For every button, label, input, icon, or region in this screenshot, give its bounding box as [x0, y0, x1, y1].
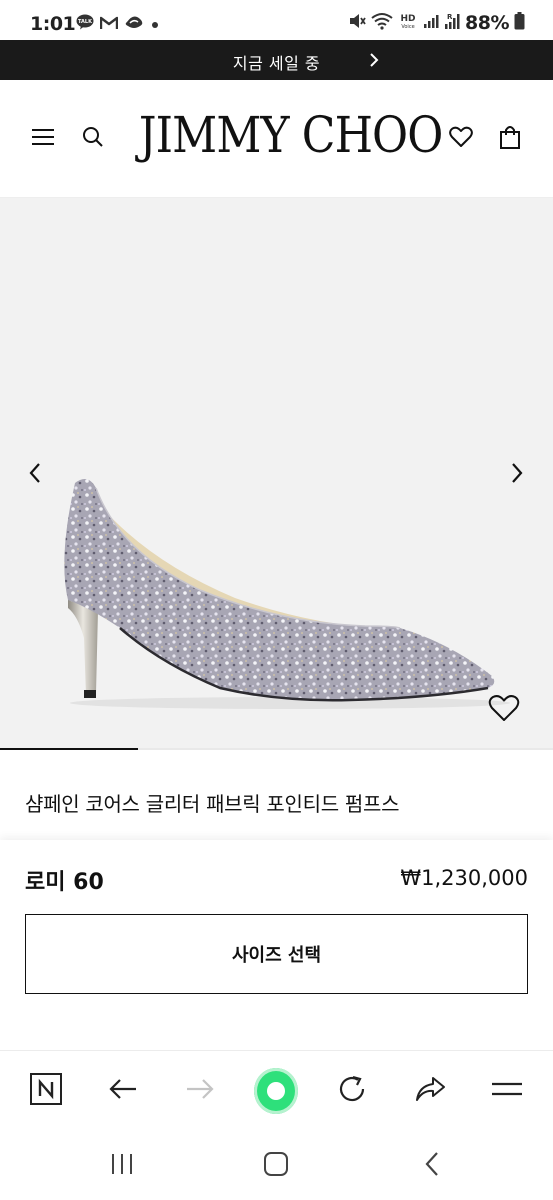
naver-n-icon [30, 1073, 62, 1109]
gallery-progress-bar [0, 748, 553, 750]
share-icon [414, 1075, 446, 1107]
wishlist-button[interactable] [446, 124, 476, 154]
recents-button[interactable] [102, 1148, 142, 1184]
mute-icon [348, 12, 366, 34]
hd-voice-icon: HD Voice [398, 12, 418, 34]
bag-icon [499, 125, 521, 153]
home-icon [263, 1151, 289, 1181]
back-button[interactable] [101, 1069, 145, 1113]
svg-text:R: R [447, 13, 453, 21]
gmail-icon [99, 15, 119, 34]
svg-text:TALK: TALK [78, 19, 93, 25]
select-size-button[interactable]: 사이즈 선택 [25, 914, 528, 994]
site-header: JIMMY CHOO [0, 80, 553, 198]
sale-banner-text: 지금 세일 중 [232, 54, 321, 73]
heart-icon [488, 694, 520, 726]
signal-roaming-icon: R [444, 12, 460, 34]
product-price: ₩1,230,000 [400, 866, 528, 890]
cloud-icon [124, 14, 144, 34]
back-icon [424, 1151, 440, 1181]
product-image-gallery[interactable] [0, 198, 553, 750]
naver-home-button[interactable] [24, 1069, 68, 1113]
battery-icon [514, 12, 525, 34]
gallery-progress-fill [0, 748, 139, 750]
refresh-button[interactable] [330, 1069, 374, 1113]
dot-icon [150, 15, 160, 34]
status-bar: 1:01 TALK HD Voice R 88% [0, 0, 553, 40]
search-button[interactable] [78, 124, 108, 154]
search-icon [82, 126, 104, 152]
chevron-left-icon [28, 462, 42, 488]
signal-icon [423, 13, 439, 33]
browser-toolbar [0, 1050, 553, 1130]
menu-icon [31, 127, 55, 151]
status-system-icons: HD Voice R 88% [348, 12, 525, 34]
battery-percent: 88% [465, 12, 509, 34]
gallery-prev-button[interactable] [20, 460, 50, 490]
menu-button[interactable] [28, 124, 58, 154]
forward-arrow-icon [185, 1077, 215, 1105]
menu-lines-icon [491, 1079, 523, 1103]
bag-button[interactable] [495, 124, 525, 154]
chevron-right-icon [368, 52, 380, 72]
svg-text:HD: HD [401, 14, 416, 24]
talk-icon: TALK [76, 14, 94, 34]
recents-icon [109, 1152, 135, 1180]
green-dot-button[interactable] [254, 1068, 298, 1114]
product-name: 샴페인 코어스 글리터 패브릭 포인티드 펌프스 [25, 792, 400, 816]
refresh-icon [336, 1073, 368, 1109]
home-green-icon [254, 1068, 298, 1114]
share-button[interactable] [408, 1069, 452, 1113]
forward-button[interactable] [178, 1069, 222, 1113]
status-notification-icons: TALK [76, 14, 160, 34]
heart-icon [449, 126, 473, 152]
back-arrow-icon [108, 1077, 138, 1105]
brand-logo[interactable]: JIMMY CHOO [139, 106, 443, 164]
system-back-button[interactable] [412, 1148, 452, 1184]
status-time: 1:01 [30, 13, 76, 35]
chevron-right-icon [510, 462, 524, 488]
add-to-wishlist-button[interactable] [486, 694, 522, 726]
home-button[interactable] [256, 1148, 296, 1184]
browser-menu-button[interactable] [485, 1069, 529, 1113]
svg-text:Voice: Voice [401, 24, 414, 30]
gallery-next-button[interactable] [502, 460, 532, 490]
wifi-icon [371, 12, 393, 34]
sale-banner[interactable]: 지금 세일 중 [0, 40, 553, 80]
system-nav-bar [0, 1130, 553, 1200]
product-image [64, 479, 510, 709]
purchase-panel: 로미 60 ₩1,230,000 사이즈 선택 [0, 840, 553, 1050]
product-collection: 로미 60 [25, 870, 104, 895]
